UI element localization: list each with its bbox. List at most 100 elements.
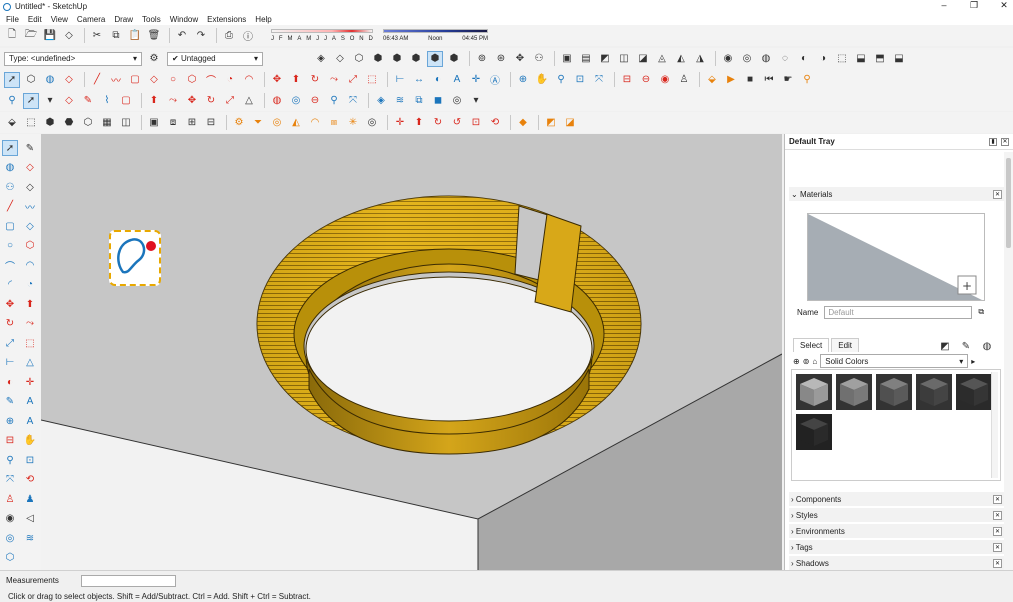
sample-icon[interactable]: ◎	[288, 93, 304, 109]
pie-icon[interactable]: ◔	[222, 72, 238, 88]
zoom-window-tool-icon[interactable]: ⊡	[22, 452, 38, 468]
rotated-rect-tool-icon[interactable]: ◇	[22, 218, 38, 234]
follow-me-icon[interactable]: ⤳	[326, 72, 342, 88]
menu-camera[interactable]: Camera	[77, 15, 105, 24]
shaded-textures-icon[interactable]: ⬢	[408, 51, 424, 67]
gold-ring-model[interactable]	[256, 195, 642, 455]
swatch[interactable]	[956, 374, 992, 410]
cut-icon[interactable]: ✂	[89, 28, 105, 44]
swatch-scrollbar[interactable]	[991, 372, 998, 478]
rotated-rectangle-icon[interactable]: ◇	[146, 72, 162, 88]
section-plane-icon[interactable]: ⬢	[446, 51, 462, 67]
outer-shell-icon[interactable]: ▣	[146, 115, 162, 131]
time-slider[interactable]	[383, 28, 488, 33]
menu-extensions[interactable]: Extensions	[207, 15, 246, 24]
minimize-button[interactable]: –	[939, 0, 949, 11]
forward-icon[interactable]: ⊚	[803, 357, 810, 366]
zoom2-icon[interactable]: ⚲	[326, 93, 342, 109]
arc-tool-icon[interactable]: ⌒	[2, 257, 18, 273]
axes-icon[interactable]: ✛	[468, 72, 484, 88]
play-icon[interactable]: ▶	[723, 72, 739, 88]
layers-tool-icon[interactable]: ≋	[22, 530, 38, 546]
new-file-icon[interactable]: 🗋	[4, 28, 20, 44]
offset-icon[interactable]: ⬚	[364, 72, 380, 88]
swatch[interactable]	[876, 374, 912, 410]
preview-icon[interactable]: ◑	[815, 51, 831, 67]
chevron-down-icon[interactable]: ▾	[468, 93, 484, 109]
line-tool-icon[interactable]: ╱	[2, 199, 18, 215]
sample-paint-icon[interactable]: ◩	[937, 338, 953, 354]
tape-measure-icon[interactable]: ⊢	[392, 72, 408, 88]
eraser-icon[interactable]: ◇	[61, 28, 77, 44]
follow-icon[interactable]: ⤳	[165, 93, 181, 109]
flip-edge-icon[interactable]: ◫	[118, 115, 134, 131]
crop-icon[interactable]: ⊡	[468, 115, 484, 131]
save-icon[interactable]: 💾	[42, 28, 58, 44]
move-tool-icon[interactable]: ✥	[2, 296, 18, 312]
shape-sphere-icon[interactable]: ◎	[364, 115, 380, 131]
layout-icon[interactable]: ◍	[758, 51, 774, 67]
xray-icon[interactable]: ◈	[313, 51, 329, 67]
stamp-icon[interactable]: ⬣	[61, 115, 77, 131]
wireframe-icon[interactable]: ⬡	[351, 51, 367, 67]
sandbox-contours-icon[interactable]: ⬚	[23, 115, 39, 131]
look-around-icon[interactable]: ◉	[657, 72, 673, 88]
close-icon[interactable]: ✕	[993, 494, 1002, 504]
layers-icon[interactable]: ≋	[392, 93, 408, 109]
protractor-tool-icon[interactable]: ◐	[2, 374, 18, 390]
left-view-icon[interactable]: ◮	[692, 51, 708, 67]
component-icon[interactable]: ▣	[559, 51, 575, 67]
3point-arc-icon[interactable]: ◠	[241, 72, 257, 88]
pie-tool-icon[interactable]: ◔	[22, 277, 38, 293]
orbit-tool-icon[interactable]: ⊕	[2, 413, 18, 429]
section-icon[interactable]: ⊟	[619, 72, 635, 88]
circle-tool-icon[interactable]: ○	[2, 238, 18, 254]
print-icon[interactable]: ⎙	[221, 28, 237, 44]
material-name-input[interactable]: Default	[824, 305, 973, 319]
triangle-icon[interactable]: △	[241, 93, 257, 109]
close-icon[interactable]: ✕	[993, 542, 1002, 552]
model-viewport[interactable]	[41, 134, 782, 570]
orbit-icon[interactable]: ⊛	[493, 51, 509, 67]
rotate-icon[interactable]: ↻	[307, 72, 323, 88]
duplicate-icon[interactable]: ⧉	[978, 307, 984, 317]
shape-arch-icon[interactable]: ⩎	[326, 115, 342, 131]
pencil-icon[interactable]: ✎	[80, 93, 96, 109]
top-view-icon[interactable]: ◫	[616, 51, 632, 67]
front-view-icon[interactable]: ◪	[635, 51, 651, 67]
position-camera-icon[interactable]: ♙	[676, 72, 692, 88]
drape-icon[interactable]: ⬡	[80, 115, 96, 131]
tape-tool-icon[interactable]: ⊢	[2, 355, 18, 371]
details-arrow-icon[interactable]: ▸	[971, 357, 975, 366]
lookaround-tool-icon[interactable]: ◉	[2, 511, 18, 527]
make-component-icon[interactable]: ⚇	[2, 179, 18, 195]
viewport-canvas[interactable]	[41, 134, 782, 570]
style-icon[interactable]: ⚇	[531, 51, 547, 67]
push-pull-icon[interactable]: ⬆	[288, 72, 304, 88]
environments-section-header[interactable]: › Environments ✕	[789, 524, 1004, 538]
freehand-tool-icon[interactable]: 〰	[22, 199, 38, 215]
circle-icon[interactable]: ○	[165, 72, 181, 88]
3dtext2-tool-icon[interactable]: A	[22, 413, 38, 429]
shape-star-icon[interactable]: ✳	[345, 115, 361, 131]
right-view-icon[interactable]: ◬	[654, 51, 670, 67]
line-tool-icon[interactable]: ╱	[89, 72, 105, 88]
copy-icon[interactable]: ⧉	[108, 28, 124, 44]
push2-icon[interactable]: ⬆	[411, 115, 427, 131]
tag-tool-icon[interactable]: ◇	[22, 179, 38, 195]
export-icon[interactable]: ⬚	[834, 51, 850, 67]
sandbox-scratch-icon[interactable]: ⬙	[4, 115, 20, 131]
components-section-header[interactable]: › Components ✕	[789, 492, 1004, 506]
3d-text-icon[interactable]: Ⓐ	[487, 72, 503, 88]
open-file-icon[interactable]: 🗁	[23, 28, 39, 44]
text-tool-icon[interactable]: ✎	[2, 394, 18, 410]
zoom-extents-tool-icon[interactable]: ⤧	[591, 72, 607, 88]
extents-icon[interactable]: ⤧	[345, 93, 361, 109]
shape-funnel-icon[interactable]: ⏷	[250, 115, 266, 131]
back-view-icon[interactable]: ◭	[673, 51, 689, 67]
swatch[interactable]	[916, 374, 952, 410]
section-tool-icon[interactable]: ⊟	[2, 433, 18, 449]
eraser2-icon[interactable]: ◇	[61, 93, 77, 109]
paint-icon[interactable]: ◍	[269, 93, 285, 109]
scale-icon[interactable]: ⤢	[345, 72, 361, 88]
